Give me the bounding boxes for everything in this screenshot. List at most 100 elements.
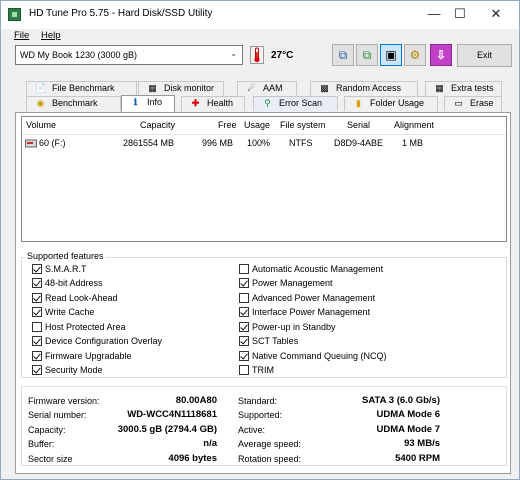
tab-info[interactable]: ℹ Info <box>121 95 175 112</box>
feature-label: Native Command Queuing (NCQ) <box>252 351 387 361</box>
feature-checkbox <box>239 278 249 288</box>
tab-disk-monitor[interactable]: ▦ Disk monitor <box>138 81 224 96</box>
col-header-volume[interactable]: Volume <box>26 120 56 130</box>
tab-random-access-label: Random Access <box>336 83 402 93</box>
copy-icon: ⧉ <box>338 47 348 62</box>
feature-label: 48-bit Address <box>45 278 103 288</box>
cell-file-system: NTFS <box>289 138 313 148</box>
tab-folder-usage[interactable]: ▮ Folder Usage <box>344 96 438 111</box>
feature-checkbox <box>32 264 42 274</box>
feature-checkbox <box>32 322 42 332</box>
save-button[interactable]: ⇩ <box>430 44 452 66</box>
feature-label: Power Management <box>252 278 333 288</box>
screenshot-button[interactable]: ▣ <box>380 44 402 66</box>
options-button[interactable]: ⚙ <box>404 44 426 66</box>
col-header-serial[interactable]: Serial <box>347 120 370 130</box>
feature-checkbox <box>239 351 249 361</box>
info-key: Buffer: <box>28 439 55 449</box>
random-access-icon: ▩ <box>320 83 329 93</box>
copy-text-button[interactable]: ⧉ <box>332 44 354 66</box>
tab-file-benchmark-label: File Benchmark <box>52 83 115 93</box>
menu-file-label: File <box>14 30 30 41</box>
info-key: Firmware version: <box>28 396 100 406</box>
supported-features-title: Supported features <box>25 251 106 261</box>
tab-aam[interactable]: ☄ AAM <box>237 81 297 96</box>
feature-checkbox <box>239 264 249 274</box>
cell-alignment: 1 MB <box>402 138 424 148</box>
info-key: Standard: <box>238 396 278 406</box>
feature-label: TRIM <box>252 365 274 375</box>
feature-checkbox <box>239 336 249 346</box>
title-bar: HD Tune Pro 5.75 - Hard Disk/SSD Utility… <box>1 1 519 29</box>
down-arrow-icon: ⇩ <box>435 48 447 62</box>
health-icon: ✚ <box>191 98 200 108</box>
feature-checkbox <box>239 365 249 375</box>
disk-monitor-icon: ▦ <box>148 83 157 93</box>
copy-info-button[interactable]: ⧉ <box>356 44 378 66</box>
info-value-serial: WD-WCC4N1118681 <box>127 409 217 420</box>
info-key: Serial number: <box>28 410 87 420</box>
copy-info-icon: ⧉ <box>362 47 372 62</box>
info-key: Average speed: <box>238 439 301 449</box>
feature-label: Automatic Acoustic Management <box>252 264 384 274</box>
supported-features-group: S.M.A.R.T 48-bit Address Read Look-Ahead… <box>21 257 507 378</box>
col-header-file-system[interactable]: File system <box>280 120 326 130</box>
feature-checkbox <box>32 307 42 317</box>
gears-icon: ⚙ <box>409 48 421 62</box>
feature-checkbox <box>239 293 249 303</box>
exit-button[interactable]: Exit <box>457 44 512 67</box>
cell-usage: 100% <box>247 138 271 148</box>
feature-label: Write Cache <box>45 307 95 317</box>
chevron-down-icon: ⌄ <box>230 49 237 58</box>
menu-help[interactable]: Help <box>41 30 61 41</box>
folder-icon: ▮ <box>356 98 361 108</box>
info-value-average-speed: 93 MB/s <box>404 438 440 449</box>
cell-serial: D8D9-4ABE <box>334 138 384 148</box>
info-value-rotation-speed: 5400 RPM <box>395 453 440 464</box>
close-button[interactable]: ✕ <box>479 1 513 29</box>
drive-icon <box>25 139 37 148</box>
menu-help-label: Help <box>41 30 61 41</box>
tab-health-label: Health <box>207 98 234 108</box>
cell-free: 996 MB <box>202 138 234 148</box>
tab-aam-label: AAM <box>263 83 283 93</box>
benchmark-icon: ◉ <box>36 98 45 108</box>
feature-label: Interface Power Management <box>252 307 371 317</box>
tab-benchmark-label: Benchmark <box>52 98 98 108</box>
col-header-usage[interactable]: Usage <box>244 120 270 130</box>
menu-file[interactable]: File <box>14 30 29 41</box>
trash-icon: ▭ <box>454 98 463 108</box>
tab-extra-tests[interactable]: ▦ Extra tests <box>425 81 502 96</box>
drive-select-value: WD My Book 1230 (3000 gB) <box>20 50 138 60</box>
feature-label: Host Protected Area <box>45 322 126 332</box>
file-benchmark-icon: 📄 <box>35 83 47 93</box>
tab-random-access[interactable]: ▩ Random Access <box>310 81 418 96</box>
info-key: Sector size <box>28 454 73 464</box>
info-value-active: UDMA Mode 7 <box>376 424 440 435</box>
col-header-capacity[interactable]: Capacity <box>140 120 175 130</box>
col-header-free[interactable]: Free <box>218 120 237 130</box>
info-key: Rotation speed: <box>238 454 302 464</box>
info-key: Active: <box>238 425 266 435</box>
tab-erase[interactable]: ▭ Erase <box>444 96 502 111</box>
tab-extra-tests-label: Extra tests <box>451 83 494 93</box>
info-key: Supported: <box>238 410 283 420</box>
tab-health[interactable]: ✚ Health <box>181 96 245 111</box>
tab-file-benchmark[interactable]: 📄 File Benchmark <box>26 81 137 96</box>
info-icon: ℹ <box>133 97 138 107</box>
tab-error-scan-label: Error Scan <box>279 98 323 108</box>
speaker-icon: ☄ <box>247 83 256 93</box>
info-value-firmware: 80.00A80 <box>175 395 217 406</box>
feature-label: S.M.A.R.T <box>45 264 87 274</box>
feature-checkbox <box>32 278 42 288</box>
tab-error-scan[interactable]: ⚲ Error Scan <box>253 96 338 111</box>
drive-select[interactable]: WD My Book 1230 (3000 gB) ⌄ <box>15 45 243 65</box>
tab-benchmark[interactable]: ◉ Benchmark <box>26 96 121 111</box>
temperature-readout: 27°C <box>271 50 294 61</box>
maximize-button[interactable]: ☐ <box>443 1 477 29</box>
col-header-alignment[interactable]: Alignment <box>394 120 434 130</box>
feature-checkbox <box>239 307 249 317</box>
volume-list[interactable]: Volume Capacity Free Usage File system S… <box>21 116 507 242</box>
tab-info-label: Info <box>147 97 163 107</box>
camera-icon: ▣ <box>385 48 397 62</box>
